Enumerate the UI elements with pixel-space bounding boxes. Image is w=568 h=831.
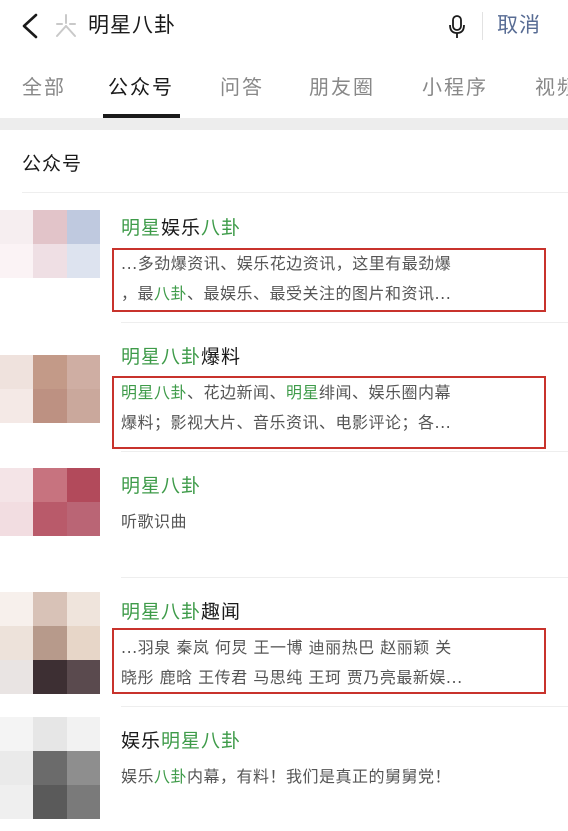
- result-item[interactable]: 娱乐明星八卦 娱乐八卦内幕，有料！我们是真正的舅舅党！: [0, 707, 568, 831]
- account-avatar: [0, 717, 100, 819]
- account-name: 明星娱乐八卦: [121, 214, 241, 242]
- text-fragment: 听歌识曲: [121, 512, 188, 531]
- search-logo-icon: [52, 12, 80, 40]
- text-fragment: 娱乐: [121, 730, 162, 752]
- tab-videos[interactable]: 视频: [535, 72, 568, 102]
- text-fragment: 爆料: [201, 346, 242, 368]
- keyword-highlight: 明星: [121, 217, 162, 239]
- result-item[interactable]: 明星娱乐八卦 ...多劲爆资讯、娱乐花边资讯，这里有最劲爆 ，最八卦、最娱乐、最受…: [0, 194, 568, 322]
- text-fragment: 娱乐: [161, 217, 202, 239]
- description-line: 娱乐八卦内幕，有料！我们是真正的舅舅党！: [121, 762, 543, 792]
- account-avatar: [0, 468, 100, 536]
- result-item[interactable]: 明星八卦 听歌识曲: [0, 452, 568, 577]
- annotation-box: [112, 248, 546, 312]
- cancel-button[interactable]: 取消: [497, 10, 541, 40]
- description-line: 听歌识曲: [121, 507, 543, 537]
- tab-qa[interactable]: 问答: [220, 72, 264, 102]
- tab-all[interactable]: 全部: [22, 72, 66, 102]
- keyword-highlight: 明星八卦: [121, 346, 202, 368]
- keyword-highlight: 明星八卦: [121, 601, 202, 623]
- search-input[interactable]: 明星八卦: [88, 10, 176, 40]
- tab-moments[interactable]: 朋友圈: [309, 72, 375, 102]
- text-fragment: 趣闻: [201, 601, 242, 623]
- annotation-box: [112, 376, 546, 449]
- section-title: 公众号: [22, 153, 83, 175]
- tab-bar: 全部 公众号 问答 朋友圈 小程序 视频: [0, 56, 568, 118]
- annotation-box: [112, 628, 546, 694]
- section-gap: [0, 118, 568, 130]
- microphone-icon[interactable]: [447, 11, 467, 41]
- result-item[interactable]: 明星八卦爆料 明星八卦、花边新闻、明星绯闻、娱乐圈内幕 爆料；影视大片、音乐资讯、…: [0, 323, 568, 451]
- back-arrow-icon[interactable]: [16, 10, 44, 42]
- account-avatar: [0, 355, 100, 423]
- account-description: 听歌识曲: [121, 507, 543, 537]
- account-name: 明星八卦: [121, 472, 201, 500]
- account-name: 明星八卦趣闻: [121, 598, 241, 626]
- keyword-highlight: 八卦: [201, 217, 242, 239]
- tab-mini-programs[interactable]: 小程序: [422, 72, 488, 102]
- account-avatar: [0, 592, 100, 694]
- keyword-highlight: 八卦: [154, 767, 188, 786]
- keyword-highlight: 明星八卦: [161, 730, 242, 752]
- account-avatar: [0, 210, 100, 278]
- account-name: 娱乐明星八卦: [121, 727, 241, 755]
- account-name: 明星八卦爆料: [121, 343, 241, 371]
- result-item[interactable]: 明星八卦趣闻 ...羽泉 秦岚 何炅 王一博 迪丽热巴 赵丽颖 关晓彤 鹿晗 王…: [0, 578, 568, 706]
- search-bar: 明星八卦 取消: [0, 0, 568, 54]
- keyword-highlight: 明星八卦: [121, 475, 202, 497]
- divider: [22, 192, 568, 193]
- text-fragment: 内幕，有料！我们是真正的舅舅党！: [187, 767, 452, 786]
- tab-official-accounts[interactable]: 公众号: [108, 72, 174, 102]
- separator: [482, 12, 483, 40]
- account-description: 娱乐八卦内幕，有料！我们是真正的舅舅党！: [121, 762, 543, 792]
- text-fragment: 娱乐: [121, 767, 155, 786]
